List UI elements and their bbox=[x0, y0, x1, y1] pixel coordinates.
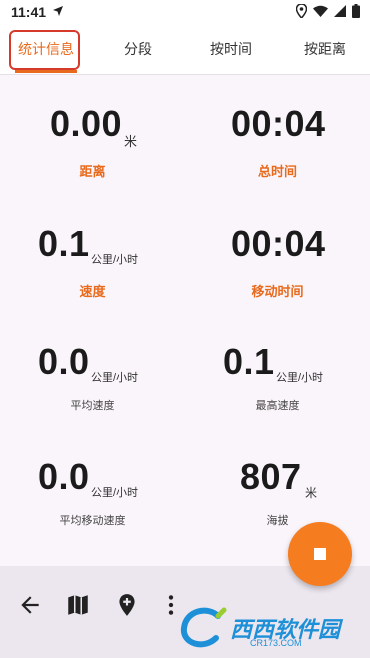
stat-avg-moving-speed: 0.0 公里/小时 平均移动速度 bbox=[0, 456, 185, 528]
signal-icon bbox=[334, 5, 346, 17]
tab-by-distance[interactable]: 按距离 bbox=[292, 26, 358, 72]
status-bar: 11:41 bbox=[0, 0, 370, 26]
stat-elevation: 807 米 海拔 bbox=[185, 456, 370, 528]
stop-recording-button[interactable] bbox=[288, 522, 352, 586]
stat-total-time: 00:04 总时间 bbox=[185, 103, 370, 180]
elevation-value: 807 bbox=[240, 456, 302, 497]
watermark-logo: 西西软件园 CR173.COM bbox=[178, 604, 358, 652]
watermark-swirl-icon bbox=[180, 607, 227, 648]
max-speed-unit: 公里/小时 bbox=[276, 372, 324, 384]
elevation-unit: 米 bbox=[305, 486, 318, 500]
tab-by-time[interactable]: 按时间 bbox=[198, 26, 264, 72]
map-icon[interactable] bbox=[65, 592, 91, 618]
speed-label: 速度 bbox=[79, 284, 106, 299]
tab-bar: 统计信息 分段 按时间 按距离 bbox=[0, 26, 370, 75]
location-pin-icon bbox=[296, 4, 307, 18]
max-speed-label: 最高速度 bbox=[255, 400, 300, 412]
wifi-icon bbox=[313, 5, 328, 17]
tab-active-indicator bbox=[15, 70, 77, 73]
total-time-value: 00:04 bbox=[231, 103, 326, 144]
status-icons bbox=[296, 4, 360, 18]
elevation-label: 海拔 bbox=[266, 515, 289, 527]
max-speed-value: 0.1 bbox=[223, 341, 275, 382]
stat-avg-speed: 0.0 公里/小时 平均速度 bbox=[0, 341, 185, 413]
total-time-label: 总时间 bbox=[257, 164, 297, 179]
distance-unit: 米 bbox=[124, 134, 138, 149]
battery-icon bbox=[352, 4, 360, 18]
distance-label: 距离 bbox=[79, 164, 106, 179]
avg-moving-speed-label: 平均移动速度 bbox=[59, 515, 126, 527]
tab-statistics[interactable]: 统计信息 bbox=[12, 26, 80, 72]
location-arrow-icon bbox=[53, 6, 63, 16]
back-arrow-icon[interactable] bbox=[17, 592, 43, 618]
moving-time-value: 00:04 bbox=[231, 223, 326, 264]
avg-speed-unit: 公里/小时 bbox=[91, 372, 139, 384]
avg-moving-speed-value: 0.0 bbox=[38, 456, 90, 497]
avg-moving-speed-unit: 公里/小时 bbox=[91, 487, 139, 499]
stat-speed: 0.1 公里/小时 速度 bbox=[0, 223, 185, 300]
stop-icon bbox=[314, 548, 326, 560]
tab-segments[interactable]: 分段 bbox=[108, 26, 168, 72]
speed-unit: 公里/小时 bbox=[91, 254, 139, 266]
add-marker-icon[interactable] bbox=[114, 592, 140, 618]
moving-time-label: 移动时间 bbox=[251, 284, 304, 299]
avg-speed-value: 0.0 bbox=[38, 341, 90, 382]
stat-max-speed: 0.1 公里/小时 最高速度 bbox=[185, 341, 370, 413]
distance-value: 0.00 bbox=[50, 103, 123, 144]
avg-speed-label: 平均速度 bbox=[70, 400, 115, 412]
watermark-url: CR173.COM bbox=[250, 638, 302, 648]
stat-moving-time: 00:04 移动时间 bbox=[185, 223, 370, 300]
statistics-panel: 0.00 米 距离 00:04 总时间 0.1 公里/小时 速度 00:04 移… bbox=[0, 75, 370, 565]
status-time: 11:41 bbox=[11, 4, 47, 20]
stat-distance: 0.00 米 距离 bbox=[0, 103, 185, 180]
speed-value: 0.1 bbox=[38, 223, 90, 264]
